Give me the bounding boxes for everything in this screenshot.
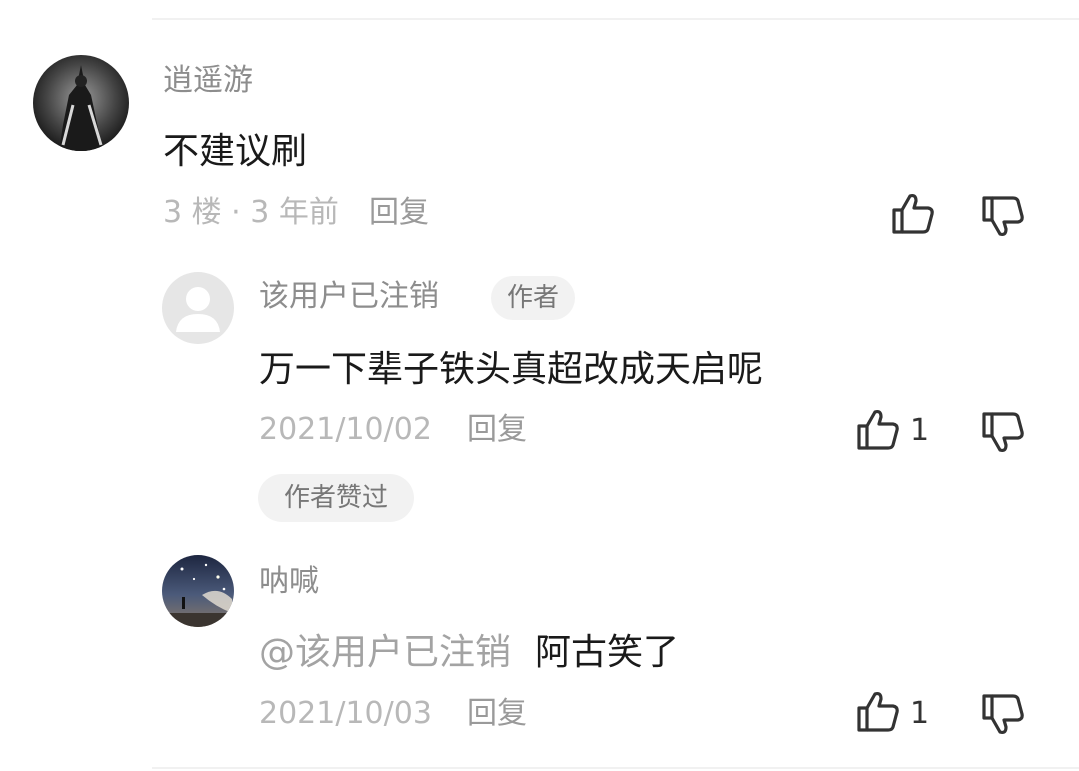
reply-body: 阿古笑了 (535, 632, 680, 673)
thumbs-up-icon[interactable] (855, 690, 901, 734)
reply-text: @该用户已注销 阿古笑了 (259, 635, 679, 671)
reply-button[interactable]: 回复 (467, 699, 527, 729)
comment-text: 不建议刷 (163, 131, 308, 172)
thumbs-down-icon[interactable] (980, 692, 1026, 736)
like-count: 1 (910, 413, 930, 448)
reply-button[interactable]: 回复 (369, 198, 429, 228)
thumbs-down-icon[interactable] (980, 194, 1026, 238)
reply-date: 2021/10/03 (259, 696, 432, 731)
reply-username[interactable]: 呐喊 (259, 567, 319, 597)
avatar[interactable] (162, 555, 234, 627)
reply-item: 呐喊 @该用户已注销 阿古笑了 2021/10/03 回复 1 (0, 545, 1079, 765)
comment-username[interactable]: 逍遥游 (163, 66, 253, 96)
reply-item: 该用户已注销 作者 万一下辈子铁头真超改成天启呢 2021/10/02 回复 1… (0, 260, 1079, 530)
reply-username[interactable]: 该用户已注销 (259, 282, 439, 312)
bottom-divider (152, 767, 1079, 769)
author-badge: 作者 (491, 276, 575, 320)
avatar[interactable] (33, 55, 129, 151)
reply-text: 万一下辈子铁头真超改成天启呢 (259, 349, 764, 390)
liked-by-author-badge: 作者赞过 (258, 474, 414, 522)
reply-button[interactable]: 回复 (467, 415, 527, 445)
avatar[interactable] (162, 272, 234, 344)
mention-link[interactable]: @该用户已注销 (259, 632, 511, 673)
thumbs-up-icon[interactable] (890, 192, 936, 236)
comment-item: 逍遥游 不建议刷 3 楼 · 3 年前 回复 (0, 0, 1079, 250)
thumbs-up-icon[interactable] (855, 408, 901, 452)
reply-date: 2021/10/02 (259, 412, 432, 447)
user-silhouette-icon (176, 287, 220, 332)
thumbs-down-icon[interactable] (980, 410, 1026, 454)
like-count: 1 (910, 696, 930, 731)
comment-meta: 3 楼 · 3 年前 (163, 195, 339, 230)
